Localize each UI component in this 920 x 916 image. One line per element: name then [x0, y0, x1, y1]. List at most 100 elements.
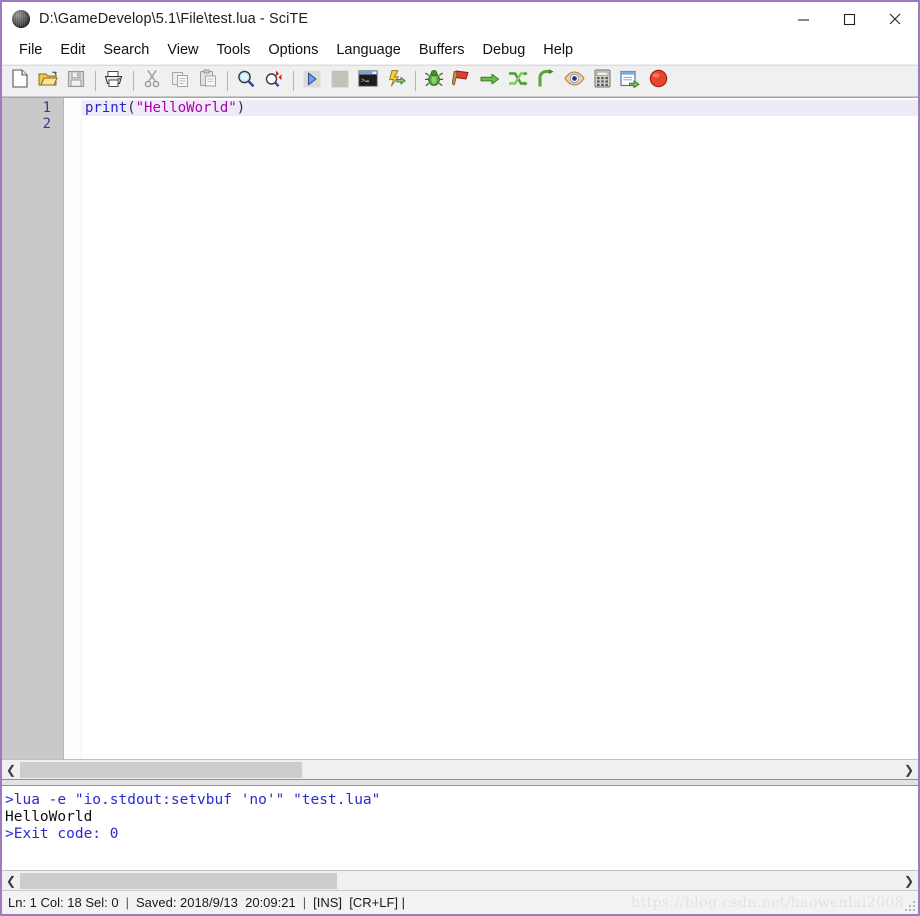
status-separator: |	[302, 895, 307, 910]
breakpoint-button[interactable]	[449, 68, 475, 94]
resize-grip[interactable]	[903, 899, 915, 911]
print-button[interactable]	[101, 68, 127, 94]
code-token-print: print	[85, 100, 128, 116]
save-file-icon	[67, 70, 85, 93]
copy-icon	[171, 70, 190, 93]
stop-button[interactable]	[327, 68, 353, 94]
toolbar-separator	[227, 71, 228, 91]
paste-icon	[199, 69, 217, 93]
new-file-icon	[11, 69, 29, 93]
scroll-right-icon[interactable]: ❯	[900, 761, 918, 779]
status-saved-time: Saved: 2018/9/13 20:09:21	[135, 895, 296, 910]
scroll-left-icon[interactable]: ❮	[2, 872, 20, 890]
code-token-string: "HelloWorld"	[135, 100, 237, 116]
terminate-icon	[649, 69, 668, 93]
editor-scroll-track[interactable]	[20, 761, 900, 778]
code-token-lparen: (	[127, 100, 136, 116]
compile-icon	[386, 69, 406, 93]
calculator-icon	[594, 69, 611, 93]
menu-item-file[interactable]: File	[10, 39, 51, 61]
find-icon	[236, 69, 256, 94]
editor-pane: 1 2 print("HelloWorld") ❮ ❯	[2, 97, 918, 779]
step-over-icon	[480, 71, 500, 92]
code-token-rparen: )	[236, 100, 246, 116]
line-number: 1	[42, 100, 51, 116]
menu-item-view[interactable]: View	[158, 39, 207, 61]
output-text-area[interactable]: >lua -e "io.stdout:setvbuf 'no'" "test.l…	[2, 786, 918, 870]
evaluate-button[interactable]	[589, 68, 615, 94]
step-into-button[interactable]	[505, 68, 531, 94]
output-line: >lua -e "io.stdout:setvbuf 'no'" "test.l…	[5, 792, 381, 808]
export-window-icon	[620, 70, 640, 93]
scite-window: D:\GameDevelop\5.1\File\test.lua - SciTE…	[0, 0, 920, 916]
editor-body[interactable]: 1 2 print("HelloWorld")	[2, 98, 918, 759]
editor-horizontal-scrollbar[interactable]: ❮ ❯	[2, 759, 918, 779]
code-line[interactable]: print("HelloWorld")	[82, 100, 918, 116]
scite-ball-icon	[12, 10, 30, 28]
watch-eye-icon	[563, 71, 585, 91]
watermark-text: https://blog.csdn.net/haowenlai2008	[631, 894, 904, 911]
console-icon: >	[358, 70, 378, 92]
stop-icon	[331, 70, 349, 93]
replace-button[interactable]	[261, 68, 287, 94]
status-edit-modes: [INS] [CR+LF] |	[313, 895, 405, 910]
scroll-left-icon[interactable]: ❮	[2, 761, 20, 779]
maximize-button[interactable]	[826, 2, 872, 36]
menu-bar: File Edit Search View Tools Options Lang…	[2, 36, 918, 65]
line-number-gutter: 1 2	[2, 98, 64, 759]
save-file-button[interactable]	[63, 68, 89, 94]
run-icon	[303, 70, 321, 93]
editor-scroll-thumb[interactable]	[20, 761, 302, 778]
pane-splitter[interactable]	[2, 779, 918, 786]
output-scroll-thumb[interactable]	[20, 872, 337, 889]
window-title: D:\GameDevelop\5.1\File\test.lua - SciTE	[39, 11, 309, 27]
output-window-button[interactable]	[617, 68, 643, 94]
output-horizontal-scrollbar[interactable]: ❮ ❯	[2, 870, 918, 890]
find-button[interactable]	[233, 68, 259, 94]
toolbar-separator	[133, 71, 134, 91]
menu-item-buffers[interactable]: Buffers	[410, 39, 474, 61]
run-button[interactable]	[299, 68, 325, 94]
step-into-icon	[508, 70, 528, 93]
close-button[interactable]	[872, 2, 918, 36]
menu-item-debug[interactable]: Debug	[474, 39, 535, 61]
output-line: >Exit code: 0	[5, 826, 119, 842]
open-file-icon	[38, 70, 58, 93]
minimize-button[interactable]	[780, 2, 826, 36]
new-file-button[interactable]	[7, 68, 33, 94]
fold-margin[interactable]	[64, 98, 82, 759]
compile-button[interactable]	[383, 68, 409, 94]
console-button[interactable]: >	[355, 68, 381, 94]
replace-icon	[264, 69, 284, 94]
line-number: 2	[42, 116, 51, 132]
step-out-icon	[537, 69, 555, 93]
breakpoint-flag-icon	[451, 69, 472, 93]
menu-item-tools[interactable]: Tools	[208, 39, 260, 61]
output-scroll-track[interactable]	[20, 872, 900, 889]
toolbar-separator	[293, 71, 294, 91]
paste-button[interactable]	[195, 68, 221, 94]
toolbar-separator	[415, 71, 416, 91]
code-line[interactable]	[82, 116, 918, 132]
status-bar: Ln: 1 Col: 18 Sel: 0 | Saved: 2018/9/13 …	[2, 890, 918, 914]
debug-button[interactable]	[421, 68, 447, 94]
scroll-right-icon[interactable]: ❯	[900, 872, 918, 890]
terminate-button[interactable]	[645, 68, 671, 94]
open-file-button[interactable]	[35, 68, 61, 94]
copy-button[interactable]	[167, 68, 193, 94]
toolbar-separator	[95, 71, 96, 91]
step-out-button[interactable]	[533, 68, 559, 94]
output-pane: >lua -e "io.stdout:setvbuf 'no'" "test.l…	[2, 786, 918, 890]
watch-button[interactable]	[561, 68, 587, 94]
output-line: HelloWorld	[5, 809, 93, 825]
window-controls	[780, 2, 918, 36]
menu-item-help[interactable]: Help	[534, 39, 582, 61]
menu-item-edit[interactable]: Edit	[51, 39, 94, 61]
toolbar: >	[2, 65, 918, 97]
menu-item-search[interactable]: Search	[94, 39, 158, 61]
menu-item-options[interactable]: Options	[259, 39, 327, 61]
menu-item-language[interactable]: Language	[327, 39, 410, 61]
cut-button[interactable]	[139, 68, 165, 94]
code-text-area[interactable]: print("HelloWorld")	[82, 98, 918, 759]
step-over-button[interactable]	[477, 68, 503, 94]
